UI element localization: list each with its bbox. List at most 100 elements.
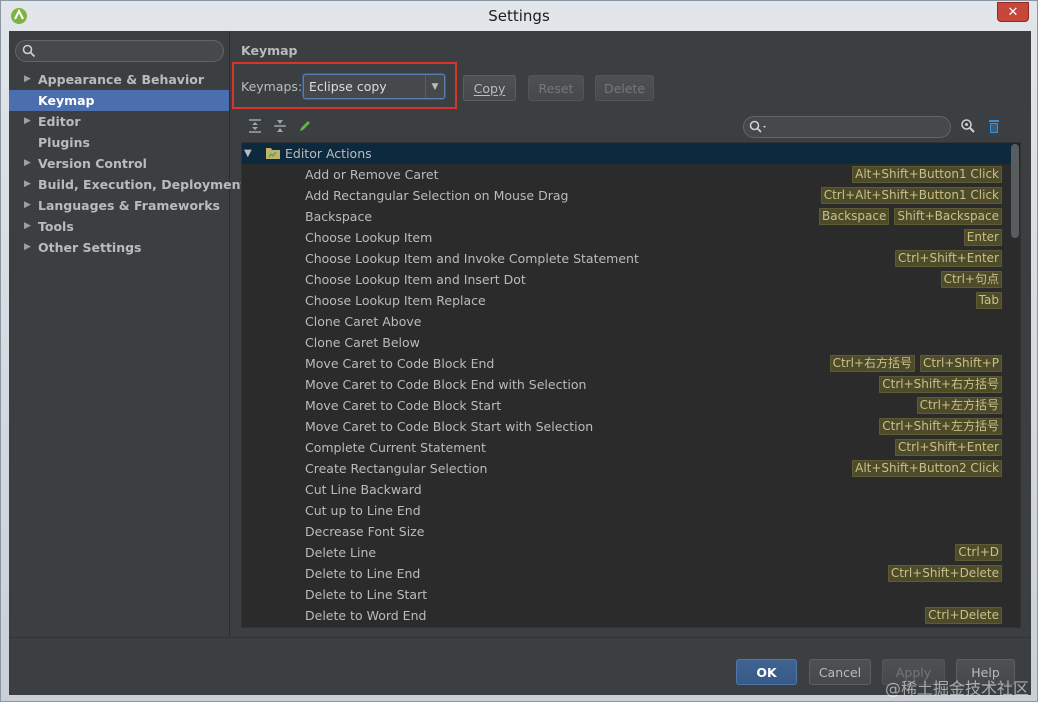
shortcut-badge: Enter	[963, 229, 1002, 246]
shortcut-badge: Backspace	[818, 208, 890, 225]
shortcut-badge: Shift+Backspace	[894, 208, 1002, 225]
shortcut-list: Ctrl+Shift+右方括号	[879, 376, 1002, 393]
action-row[interactable]: Delete to Word End Ctrl+Delete	[242, 605, 1020, 626]
sidebar-item-appearance-behavior[interactable]: ▶ Appearance & Behavior	[9, 69, 229, 90]
action-row[interactable]: Choose Lookup Item Enter	[242, 227, 1020, 248]
action-label: Choose Lookup Item and Insert Dot	[305, 272, 526, 287]
action-row[interactable]: Clone Caret Below	[242, 332, 1020, 353]
collapse-all-icon[interactable]	[272, 118, 288, 134]
shortcut-badge: Tab	[975, 292, 1002, 309]
expand-all-icon[interactable]	[247, 118, 263, 134]
sidebar-item-label: Tools	[38, 219, 74, 234]
expand-arrow-icon[interactable]: ▶	[24, 174, 31, 195]
find-by-shortcut-icon[interactable]	[960, 118, 976, 134]
action-row[interactable]: Delete to Line Start	[242, 584, 1020, 605]
action-row[interactable]: Move Caret to Code Block End with Select…	[242, 374, 1020, 395]
shortcut-badge: Ctrl+Alt+Shift+Button1 Click	[820, 187, 1002, 204]
reset-button[interactable]: Reset	[528, 75, 584, 101]
action-row[interactable]: Cut up to Line End	[242, 500, 1020, 521]
sidebar-item-other-settings[interactable]: ▶ Other Settings	[9, 237, 229, 258]
sidebar-item-languages-frameworks[interactable]: ▶ Languages & Frameworks	[9, 195, 229, 216]
action-row[interactable]: Move Caret to Code Block Start Ctrl+左方括号	[242, 395, 1020, 416]
sidebar-item-plugins[interactable]: Plugins	[9, 132, 229, 153]
action-row[interactable]: Choose Lookup Item and Invoke Complete S…	[242, 248, 1020, 269]
action-row[interactable]: Add or Remove Caret Alt+Shift+Button1 Cli…	[242, 164, 1020, 185]
keymap-panel: Keymap Keymaps: Eclipse copy ▼ Copy Rese…	[231, 31, 1031, 637]
shortcut-list: Ctrl+D	[955, 544, 1002, 561]
action-label: Move Caret to Code Block Start with Sele…	[305, 419, 594, 434]
cancel-button[interactable]: Cancel	[809, 659, 871, 685]
expand-arrow-icon[interactable]: ▼	[244, 143, 252, 164]
expand-arrow-icon[interactable]: ▶	[24, 195, 31, 216]
action-row[interactable]: Create Rectangular Selection Alt+Shift+Bu…	[242, 458, 1020, 479]
window-title: Settings	[488, 7, 550, 25]
sidebar-item-tools[interactable]: ▶ Tools	[9, 216, 229, 237]
sidebar-item-label: Other Settings	[38, 240, 142, 255]
action-label: Move Caret to Code Block End	[305, 356, 495, 371]
action-label: Add Rectangular Selection on Mouse Drag	[305, 188, 569, 203]
dropdown-arrow-icon[interactable]: ▼	[425, 75, 444, 98]
action-label: Create Rectangular Selection	[305, 461, 488, 476]
keymaps-select[interactable]: Eclipse copy ▼	[303, 74, 445, 99]
action-row[interactable]: Cut Line Backward	[242, 479, 1020, 500]
shortcut-list: Ctrl+Alt+Shift+Button1 Click	[820, 187, 1002, 204]
action-label: Complete Current Statement	[305, 440, 486, 455]
action-row[interactable]: Decrease Font Size	[242, 521, 1020, 542]
ok-button[interactable]: OK	[736, 659, 797, 685]
actions-tree[interactable]: ▼ Editor Actions Add or Remove Caret Alt+…	[241, 142, 1021, 628]
sidebar-item-version-control[interactable]: ▶ Version Control	[9, 153, 229, 174]
action-label: Move Caret to Code Block Start	[305, 398, 502, 413]
edit-shortcut-icon[interactable]	[297, 118, 313, 134]
action-label: Choose Lookup Item and Invoke Complete S…	[305, 251, 639, 266]
expand-arrow-icon[interactable]: ▶	[24, 111, 31, 132]
sidebar-item-label: Plugins	[38, 135, 90, 150]
action-row[interactable]: Move Caret to Code Block Start with Sele…	[242, 416, 1020, 437]
action-row[interactable]: Move Caret to Code Block End Ctrl+右方括号 Ctr…	[242, 353, 1020, 374]
shortcut-list: Ctrl+句点	[940, 271, 1002, 288]
shortcut-list: Ctrl+右方括号 Ctrl+Shift+P	[829, 355, 1002, 372]
trash-icon[interactable]	[986, 118, 1002, 134]
copy-button[interactable]: Copy	[463, 75, 516, 101]
sidebar-item-label: Build, Execution, Deployment	[38, 177, 247, 192]
expand-arrow-icon[interactable]: ▶	[24, 153, 31, 174]
expand-arrow-icon[interactable]: ▶	[24, 69, 31, 90]
expand-arrow-icon[interactable]: ▶	[24, 216, 31, 237]
action-row[interactable]: Delete Line Ctrl+D	[242, 542, 1020, 563]
shortcut-badge: Ctrl+D	[955, 544, 1002, 561]
cancel-button-label: Cancel	[818, 664, 862, 680]
ok-button-label: OK	[756, 664, 777, 680]
settings-search-input[interactable]	[15, 40, 224, 62]
settings-window: Settings ✕ ▶ Appearance & Behavior Keymap ▶…	[0, 0, 1038, 702]
sidebar-item-label: Version Control	[38, 156, 147, 171]
shortcut-badge: Ctrl+右方括号	[829, 355, 916, 372]
shortcut-list: Tab	[975, 292, 1002, 309]
action-row[interactable]: Backspace Backspace Shift+Backspace	[242, 206, 1020, 227]
action-row[interactable]: Delete to Line End Ctrl+Shift+Delete	[242, 563, 1020, 584]
close-button[interactable]: ✕	[997, 2, 1029, 22]
shortcut-list: Ctrl+Delete	[925, 607, 1002, 624]
shortcut-list: Alt+Shift+Button1 Click	[852, 166, 1002, 183]
action-row[interactable]: Choose Lookup Item Replace Tab	[242, 290, 1020, 311]
delete-button[interactable]: Delete	[595, 75, 654, 101]
keymaps-label: Keymaps:	[241, 79, 303, 94]
action-row[interactable]: Choose Lookup Item and Insert Dot Ctrl+句点	[242, 269, 1020, 290]
sidebar: ▶ Appearance & Behavior Keymap ▶ Editor Plugi…	[9, 31, 246, 637]
expand-arrow-icon[interactable]: ▶	[24, 237, 31, 258]
editor-actions-group[interactable]: ▼ Editor Actions	[242, 143, 1020, 164]
action-row[interactable]: Complete Current Statement Ctrl+Shift+Ent…	[242, 437, 1020, 458]
sidebar-item-keymap[interactable]: Keymap	[9, 90, 229, 111]
action-label: Delete Line	[305, 545, 377, 560]
action-label: Cut up to Line End	[305, 503, 421, 518]
close-icon: ✕	[1007, 4, 1019, 20]
folder-icon	[266, 148, 280, 159]
search-options-icon[interactable]	[749, 120, 769, 134]
action-label: Backspace	[305, 209, 373, 224]
sidebar-item-editor[interactable]: ▶ Editor	[9, 111, 229, 132]
sidebar-item-label: Appearance & Behavior	[38, 72, 204, 87]
group-label: Editor Actions	[285, 146, 372, 161]
action-row[interactable]: Add Rectangular Selection on Mouse Drag C…	[242, 185, 1020, 206]
scrollbar-thumb[interactable]	[1011, 144, 1019, 238]
action-search-input[interactable]	[743, 116, 951, 138]
sidebar-item-build-execution-deployment[interactable]: ▶ Build, Execution, Deployment	[9, 174, 246, 195]
action-row[interactable]: Clone Caret Above	[242, 311, 1020, 332]
